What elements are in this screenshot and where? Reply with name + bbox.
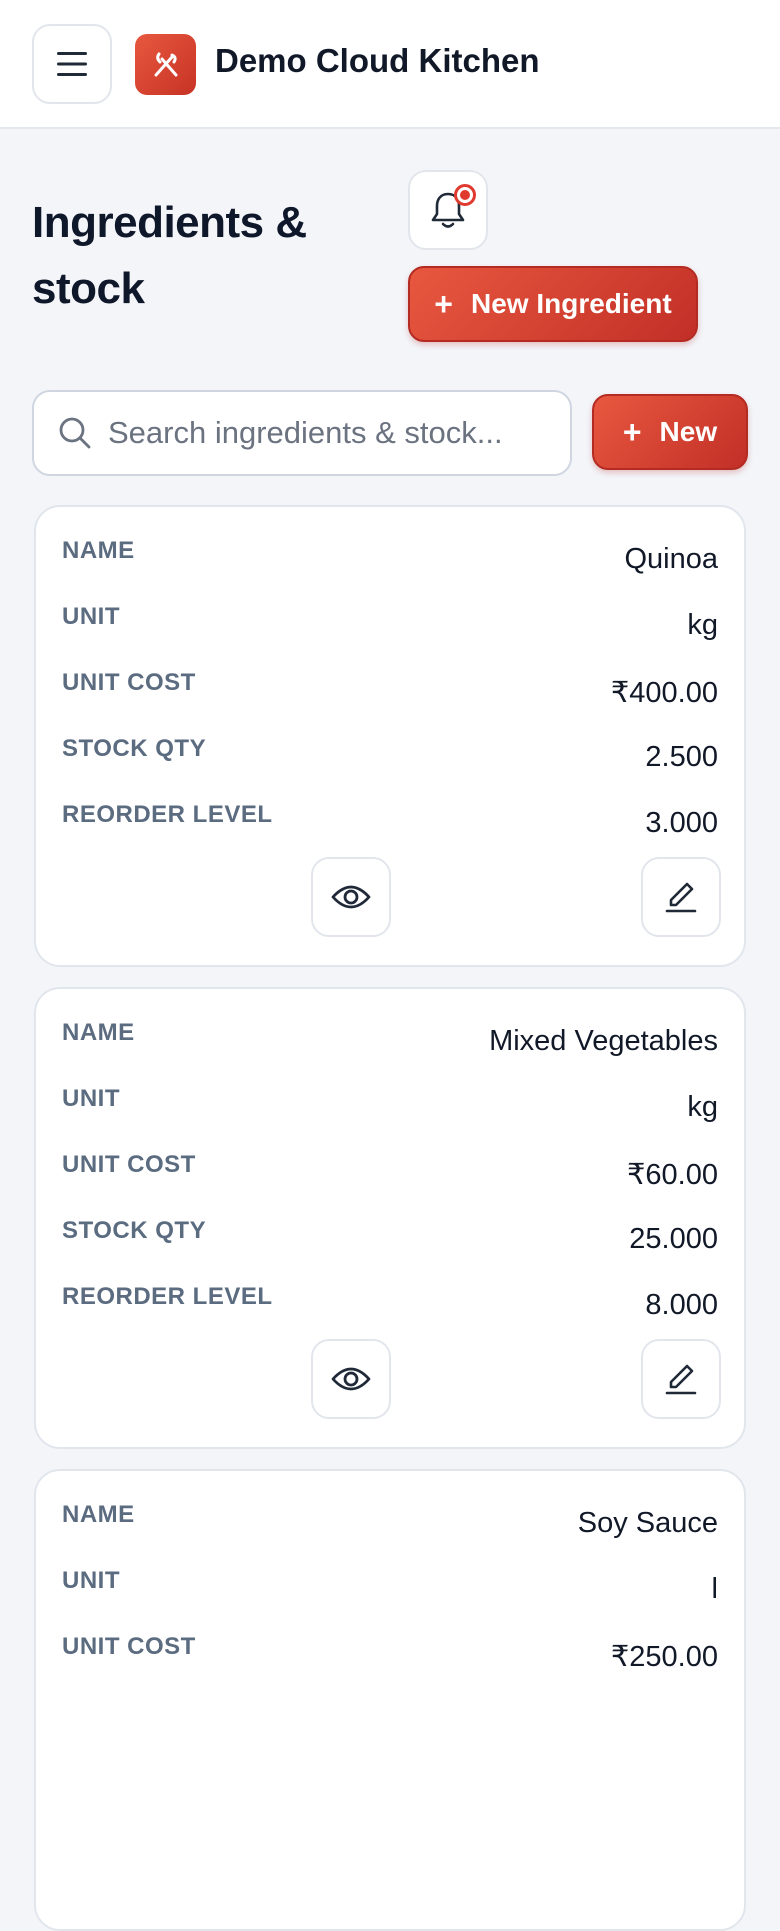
stock-qty-row: STOCK QTY 25.000 <box>62 1213 718 1255</box>
unit-cost-value: ₹400.00 <box>610 677 718 709</box>
reorder-level-row: REORDER LEVEL 8.000 <box>62 1279 718 1321</box>
name-label: NAME <box>62 1501 135 1528</box>
app-logo[interactable] <box>135 34 196 95</box>
name-value: Quinoa <box>624 543 718 575</box>
name-value: Soy Sauce <box>577 1507 718 1539</box>
ingredient-card: NAME Quinoa UNIT kg UNIT COST ₹400.00 ST… <box>34 505 746 967</box>
unit-row: UNIT l <box>62 1563 718 1605</box>
unit-cost-label: UNIT COST <box>62 1151 196 1178</box>
plus-icon: + <box>434 286 453 322</box>
notifications-button[interactable] <box>408 170 488 250</box>
unit-value: kg <box>687 1091 718 1123</box>
pencil-icon <box>665 1364 697 1395</box>
unit-cost-value: ₹250.00 <box>610 1641 718 1673</box>
menu-button[interactable] <box>32 24 112 104</box>
page-title: Ingredients & stock <box>32 198 307 313</box>
unit-cost-label: UNIT COST <box>62 669 196 696</box>
new-ingredient-label: New Ingredient <box>470 288 672 319</box>
eye-icon <box>331 1367 371 1391</box>
stock-qty-label: STOCK QTY <box>62 735 207 762</box>
unit-value: l <box>711 1573 718 1605</box>
edit-button[interactable] <box>641 857 721 937</box>
unit-cost-label: UNIT COST <box>62 1633 196 1660</box>
name-label: NAME <box>62 537 135 564</box>
unit-value: kg <box>687 609 718 641</box>
unit-row: UNIT kg <box>62 599 718 641</box>
new-ingredient-button[interactable]: + New Ingredient <box>408 266 698 342</box>
unit-label: UNIT <box>62 1085 120 1112</box>
stock-qty-row: STOCK QTY 2.500 <box>62 731 718 773</box>
reorder-level-value: 3.000 <box>645 807 718 839</box>
unit-label: UNIT <box>62 1567 120 1594</box>
pencil-icon <box>665 882 697 913</box>
reorder-level-label: REORDER LEVEL <box>62 801 273 828</box>
hamburger-menu-icon <box>57 52 87 76</box>
unit-cost-row: UNIT COST ₹250.00 <box>62 1629 718 1673</box>
edit-button[interactable] <box>641 1339 721 1419</box>
app-title: Demo Cloud Kitchen <box>215 42 540 79</box>
view-button[interactable] <box>311 1339 391 1419</box>
stock-qty-value: 25.000 <box>629 1223 718 1255</box>
unit-cost-row: UNIT COST ₹400.00 <box>62 665 718 709</box>
new-label: New <box>659 416 718 447</box>
eye-icon <box>331 885 371 909</box>
name-row: NAME Soy Sauce <box>62 1497 718 1539</box>
stock-qty-label: STOCK QTY <box>62 1217 207 1244</box>
ingredient-card: NAME Mixed Vegetables UNIT kg UNIT COST … <box>34 987 746 1449</box>
stock-qty-value: 2.500 <box>645 741 718 773</box>
notification-dot <box>454 184 476 206</box>
name-row: NAME Quinoa <box>62 533 718 575</box>
plus-icon: + <box>622 414 642 450</box>
ingredient-card: NAME Soy Sauce UNIT l UNIT COST ₹250.00 <box>34 1469 746 1931</box>
reorder-level-label: REORDER LEVEL <box>62 1283 273 1310</box>
top-bar: Demo Cloud Kitchen <box>0 0 780 129</box>
unit-label: UNIT <box>62 603 120 630</box>
name-label: NAME <box>62 1019 135 1046</box>
unit-row: UNIT kg <box>62 1081 718 1123</box>
unit-cost-row: UNIT COST ₹60.00 <box>62 1147 718 1191</box>
search-icon <box>59 417 91 449</box>
name-row: NAME Mixed Vegetables <box>62 1015 718 1057</box>
new-button[interactable]: + New <box>592 394 748 470</box>
reorder-level-row: REORDER LEVEL 3.000 <box>62 797 718 839</box>
unit-cost-value: ₹60.00 <box>626 1159 718 1191</box>
reorder-level-value: 8.000 <box>645 1289 718 1321</box>
name-value: Mixed Vegetables <box>489 1025 718 1057</box>
fork-knife-icon <box>154 52 177 76</box>
search-box[interactable] <box>32 390 572 476</box>
view-button[interactable] <box>311 857 391 937</box>
search-input[interactable] <box>108 415 548 451</box>
